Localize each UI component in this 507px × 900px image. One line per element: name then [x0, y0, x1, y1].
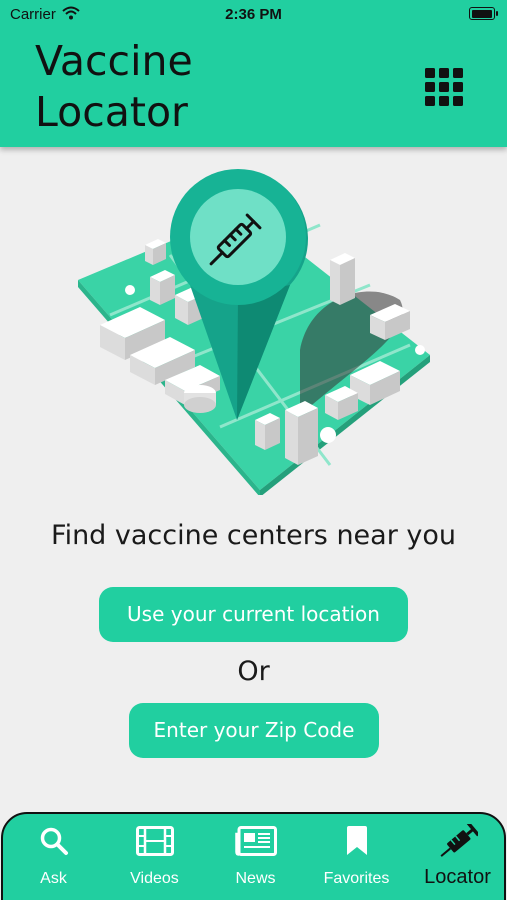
search-icon	[40, 827, 68, 855]
tab-favorites[interactable]: Favorites	[306, 814, 407, 900]
tab-label-locator: Locator	[424, 866, 491, 888]
tab-label-ask: Ask	[40, 870, 67, 887]
film-icon	[135, 826, 174, 856]
tab-news[interactable]: News	[205, 814, 306, 900]
battery-fill	[471, 9, 492, 18]
battery-icon	[469, 7, 498, 20]
tab-ask[interactable]: Ask	[3, 814, 104, 900]
tab-videos[interactable]: Videos	[104, 814, 205, 900]
find-headline: Find vaccine centers near you	[51, 520, 456, 551]
app-header: Carrier 2:36 PM Vaccine Locator	[0, 0, 507, 147]
newspaper-icon	[234, 826, 277, 856]
bookmark-icon	[346, 826, 367, 855]
or-separator: Or	[237, 656, 270, 687]
tab-label-news: News	[235, 870, 276, 887]
title-line-2: Locator	[35, 88, 188, 136]
page-title: Vaccine Locator	[35, 36, 335, 138]
tab-label-favorites: Favorites	[323, 870, 390, 887]
use-location-button[interactable]: Use your current location	[99, 587, 408, 642]
tab-locator[interactable]: Locator	[407, 814, 507, 900]
grid-icon[interactable]	[425, 68, 463, 106]
tab-bar: Ask Videos News Favorites Locator	[1, 812, 506, 900]
syringe-icon	[440, 824, 478, 857]
city-map-illustration	[78, 169, 430, 495]
title-line-1: Vaccine	[35, 37, 193, 85]
enter-zip-button[interactable]: Enter your Zip Code	[129, 703, 379, 758]
status-time: 2:36 PM	[225, 6, 282, 23]
tab-label-videos: Videos	[130, 870, 179, 887]
status-bar: Carrier 2:36 PM	[0, 0, 507, 30]
